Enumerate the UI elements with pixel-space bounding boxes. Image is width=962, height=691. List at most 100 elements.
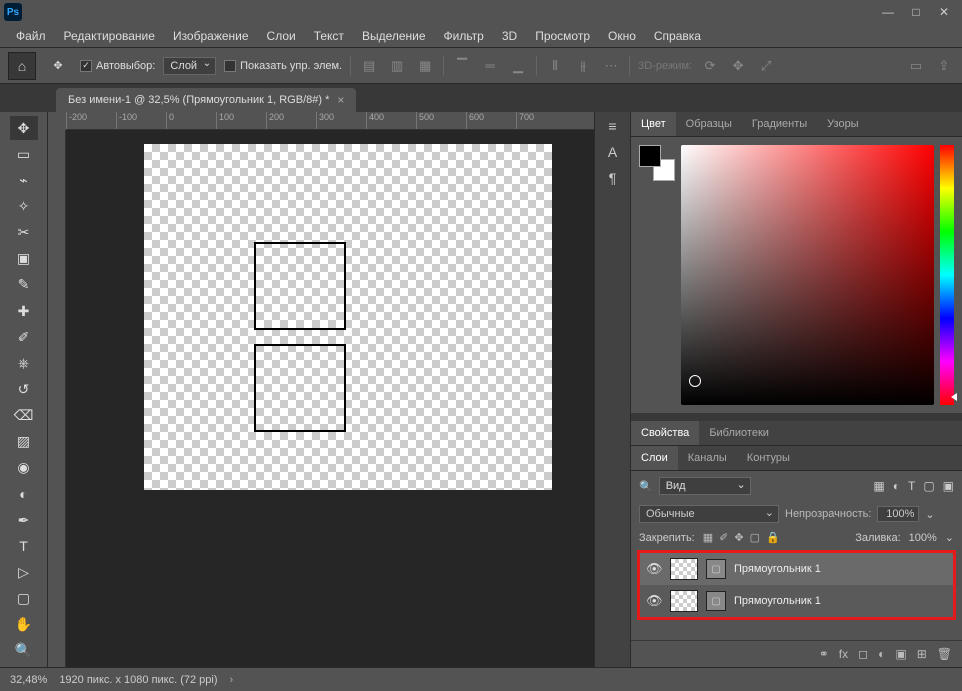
adjustment-layer-icon[interactable]: ◐ xyxy=(878,647,885,661)
layer-mask-thumbnail[interactable]: ▢ xyxy=(706,559,726,579)
layer-thumbnail[interactable] xyxy=(670,590,698,612)
new-layer-icon[interactable]: ⊞ xyxy=(917,647,927,661)
tab-color[interactable]: Цвет xyxy=(631,112,676,136)
menu-layers[interactable]: Слои xyxy=(259,26,304,46)
shape-tool[interactable]: ▢ xyxy=(10,587,38,611)
eyedropper-tool[interactable]: ✎ xyxy=(10,273,38,297)
blend-mode-dropdown[interactable]: Обычные xyxy=(639,505,779,523)
layer-thumbnail[interactable] xyxy=(670,558,698,580)
tab-paths[interactable]: Контуры xyxy=(737,446,800,470)
autoselect-target-dropdown[interactable]: Слой xyxy=(163,57,216,75)
align-middle-icon[interactable]: ═ xyxy=(480,56,500,76)
align-bottom-icon[interactable]: ▁ xyxy=(508,56,528,76)
menu-3d[interactable]: 3D xyxy=(494,26,525,46)
layer-mask-thumbnail[interactable]: ▢ xyxy=(706,591,726,611)
filter-smart-icon[interactable]: ▣ xyxy=(943,479,954,493)
lock-all-icon[interactable]: 🔒 xyxy=(766,531,780,544)
tab-layers[interactable]: Слои xyxy=(631,446,678,470)
align-center-h-icon[interactable]: ▥ xyxy=(387,56,407,76)
marquee-tool[interactable]: ▭ xyxy=(10,142,38,166)
show-controls-checkbox[interactable]: Показать упр. элем. xyxy=(224,60,342,72)
rectangle-shape-2[interactable] xyxy=(254,344,346,432)
filter-pixel-icon[interactable]: ▦ xyxy=(873,479,884,493)
maximize-button[interactable]: □ xyxy=(902,2,930,22)
distribute-h-icon[interactable]: ⫴ xyxy=(545,56,565,76)
tab-swatches[interactable]: Образцы xyxy=(676,112,742,136)
pen-tool[interactable]: ✒ xyxy=(10,508,38,532)
delete-layer-icon[interactable]: 🗑 xyxy=(937,647,952,661)
lock-artboard-icon[interactable]: ▢ xyxy=(750,531,760,544)
tab-properties[interactable]: Свойства xyxy=(631,421,699,445)
brush-tool[interactable]: ✐ xyxy=(10,325,38,349)
autoselect-checkbox[interactable]: ✓ Автовыбор: xyxy=(80,60,155,72)
group-icon[interactable]: ▣ xyxy=(895,647,906,661)
fg-bg-swatch[interactable] xyxy=(639,145,675,181)
align-right-icon[interactable]: ▦ xyxy=(415,56,435,76)
ruler-vertical[interactable] xyxy=(48,130,66,667)
ruler-horizontal[interactable]: -200 -100 0 100 200 300 400 500 600 700 xyxy=(66,112,594,130)
layers-filter-dropdown[interactable]: Вид xyxy=(659,477,751,495)
3d-scale-icon[interactable]: ⤢ xyxy=(756,56,776,76)
eraser-tool[interactable]: ⌫ xyxy=(10,404,38,428)
visibility-toggle-icon[interactable]: 👁 xyxy=(646,593,662,609)
dodge-tool[interactable]: ◐ xyxy=(10,482,38,506)
heal-tool[interactable]: ✚ xyxy=(10,299,38,323)
history-icon[interactable]: ≡ xyxy=(608,118,616,134)
minimize-button[interactable]: — xyxy=(874,2,902,22)
menu-text[interactable]: Текст xyxy=(306,26,352,46)
lock-position-icon[interactable]: ✥ xyxy=(734,531,743,544)
chevron-down-icon[interactable]: ⌄ xyxy=(925,508,934,521)
distribute-v-icon[interactable]: ⫵ xyxy=(573,56,593,76)
path-select-tool[interactable]: ▷ xyxy=(10,560,38,584)
arrange-docs-icon[interactable]: ▭ xyxy=(906,56,926,76)
blur-tool[interactable]: ◉ xyxy=(10,456,38,480)
gradient-tool[interactable]: ▨ xyxy=(10,430,38,454)
type-tool[interactable]: T xyxy=(10,534,38,558)
align-left-icon[interactable]: ▤ xyxy=(359,56,379,76)
menu-view[interactable]: Просмотр xyxy=(527,26,598,46)
lock-transparent-icon[interactable]: ▦ xyxy=(703,531,713,544)
close-button[interactable]: ✕ xyxy=(930,2,958,22)
zoom-level[interactable]: 32,48% xyxy=(10,674,47,686)
opacity-input[interactable]: 100% xyxy=(877,506,919,522)
hue-slider[interactable] xyxy=(940,145,954,405)
document-dimensions[interactable]: 1920 пикс. x 1080 пикс. (72 ppi) xyxy=(59,674,217,686)
canvas-viewport[interactable] xyxy=(66,130,594,667)
menu-help[interactable]: Справка xyxy=(646,26,709,46)
fill-input[interactable]: 100% xyxy=(909,532,937,544)
frame-tool[interactable]: ▣ xyxy=(10,247,38,271)
close-tab-icon[interactable]: × xyxy=(337,93,344,107)
rectangle-shape-1[interactable] xyxy=(254,242,346,330)
magic-wand-tool[interactable]: ✧ xyxy=(10,194,38,218)
menu-select[interactable]: Выделение xyxy=(354,26,434,46)
3d-pan-icon[interactable]: ✥ xyxy=(728,56,748,76)
fg-color-swatch[interactable] xyxy=(639,145,661,167)
home-button[interactable]: ⌂ xyxy=(8,52,36,80)
3d-orbit-icon[interactable]: ⟳ xyxy=(700,56,720,76)
layer-name[interactable]: Прямоугольник 1 xyxy=(734,595,821,607)
visibility-toggle-icon[interactable]: 👁 xyxy=(646,561,662,577)
tab-patterns[interactable]: Узоры xyxy=(817,112,868,136)
filter-shape-icon[interactable]: ▢ xyxy=(923,479,934,493)
filter-type-icon[interactable]: T xyxy=(908,479,915,493)
layer-name[interactable]: Прямоугольник 1 xyxy=(734,563,821,575)
crop-tool[interactable]: ✂ xyxy=(10,221,38,245)
zoom-tool[interactable]: 🔍 xyxy=(10,639,38,663)
menu-window[interactable]: Окно xyxy=(600,26,644,46)
layer-style-icon[interactable]: fx xyxy=(839,647,848,661)
lock-brush-icon[interactable]: ✐ xyxy=(719,531,728,544)
link-layers-icon[interactable]: ⚭ xyxy=(819,647,829,661)
menu-image[interactable]: Изображение xyxy=(165,26,257,46)
filter-adjust-icon[interactable]: ◐ xyxy=(893,479,900,493)
menu-edit[interactable]: Редактирование xyxy=(56,26,163,46)
align-top-icon[interactable]: ▔ xyxy=(452,56,472,76)
document-tab[interactable]: Без имени-1 @ 32,5% (Прямоугольник 1, RG… xyxy=(56,88,356,112)
hand-tool[interactable]: ✋ xyxy=(10,613,38,637)
layer-item[interactable]: 👁 ▢ Прямоугольник 1 xyxy=(640,585,953,617)
character-icon[interactable]: A xyxy=(608,144,617,160)
share-icon[interactable]: ⇪ xyxy=(934,56,954,76)
more-align-icon[interactable]: ⋯ xyxy=(601,56,621,76)
layer-mask-icon[interactable]: ◻ xyxy=(858,647,868,661)
tab-gradients[interactable]: Градиенты xyxy=(742,112,817,136)
color-field[interactable] xyxy=(681,145,934,405)
